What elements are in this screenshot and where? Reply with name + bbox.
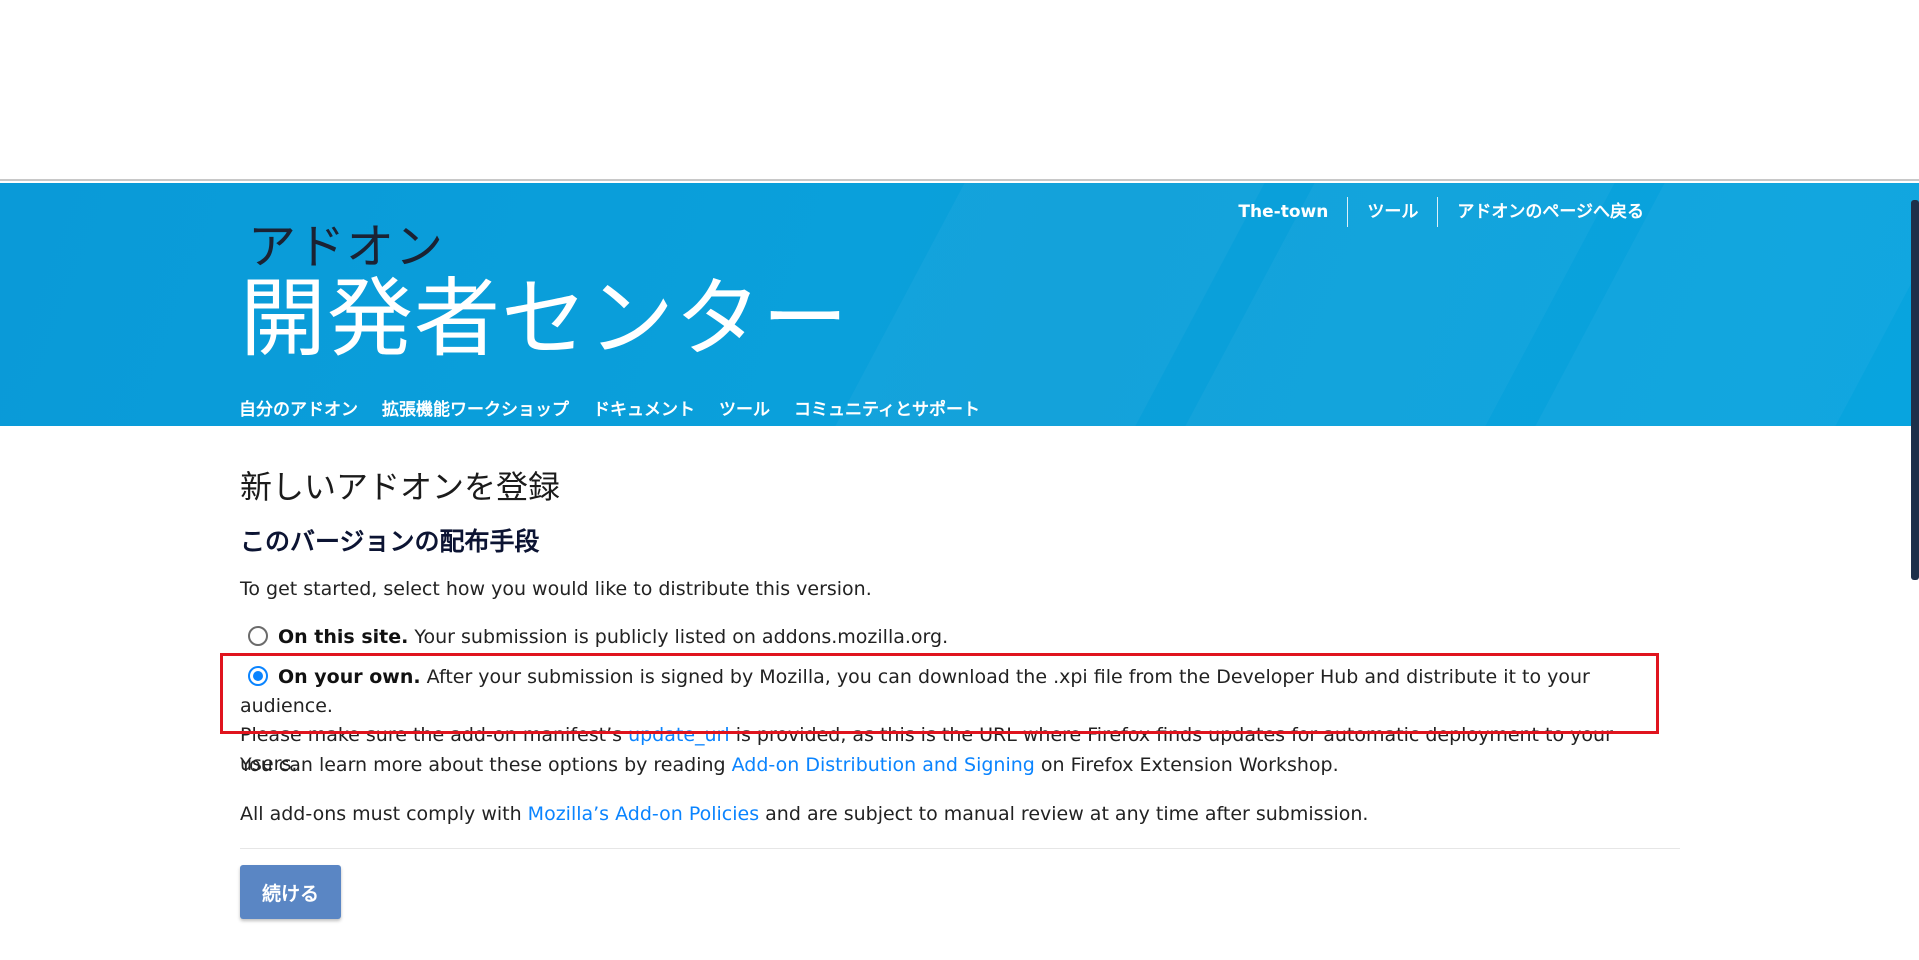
logo-subtitle[interactable]: アドオン (248, 221, 444, 273)
radio-on-this-site[interactable] (248, 626, 268, 646)
nav-my-addons[interactable]: 自分のアドオン (239, 399, 358, 421)
page-title: 新しいアドオンを登録 (240, 468, 561, 506)
back-to-addons-link[interactable]: アドオンのページへ戻る (1438, 197, 1663, 227)
blank-top-area (0, 0, 1919, 181)
nav-community-support[interactable]: コミュニティとサポート (794, 399, 980, 421)
learn-more-text: You can learn more about these options b… (240, 752, 1339, 778)
divider (240, 848, 1680, 849)
learn-more-suffix: on Firefox Extension Workshop. (1040, 754, 1339, 776)
tools-link[interactable]: ツール (1348, 197, 1437, 227)
main-nav: 自分のアドオン 拡張機能ワークショップ ドキュメント ツール コミュニティとサポ… (239, 399, 1004, 421)
addon-policies-link[interactable]: Mozilla’s Add-on Policies (528, 803, 759, 825)
nav-documentation[interactable]: ドキュメント (593, 399, 695, 421)
learn-more-prefix: You can learn more about these options b… (240, 754, 726, 776)
option-description: Your submission is publicly listed on ad… (414, 626, 949, 648)
user-account-link[interactable]: The-town (1219, 197, 1347, 227)
policy-prefix: All add-ons must comply with (240, 803, 522, 825)
header-decoration (835, 183, 1265, 426)
continue-button[interactable]: 続ける (240, 865, 341, 919)
distribution-option-site[interactable]: On this site. Your submission is publicl… (240, 623, 1640, 652)
policy-suffix: and are subject to manual review at any … (765, 803, 1369, 825)
header-user-links: The-town ツール アドオンのページへ戻る (1219, 197, 1663, 227)
scrollbar-thumb[interactable] (1911, 200, 1919, 580)
logo-title[interactable]: 開発者センター (240, 271, 849, 367)
highlight-annotation (220, 653, 1659, 734)
site-header: The-town ツール アドオンのページへ戻る アドオン 開発者センター 自分… (0, 183, 1919, 426)
nav-extension-workshop[interactable]: 拡張機能ワークショップ (382, 399, 569, 421)
nav-tools[interactable]: ツール (719, 399, 770, 421)
policy-text: All add-ons must comply with Mozilla’s A… (240, 801, 1368, 827)
section-title: このバージョンの配布手段 (240, 527, 540, 556)
option-label: On this site. (278, 626, 409, 648)
intro-text: To get started, select how you would lik… (240, 578, 872, 600)
distribution-signing-link[interactable]: Add-on Distribution and Signing (732, 754, 1035, 776)
